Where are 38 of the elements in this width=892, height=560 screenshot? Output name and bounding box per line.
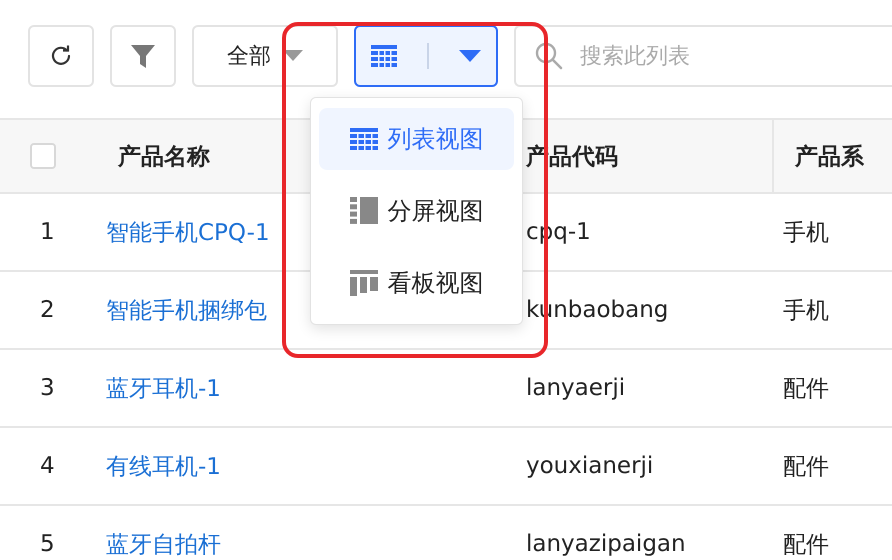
product-link[interactable]: 蓝牙耳机-1 bbox=[106, 372, 221, 404]
row-number: 1 bbox=[39, 219, 55, 245]
view-switch-button[interactable] bbox=[354, 25, 498, 87]
column-header: 产品系 bbox=[795, 142, 864, 172]
checkbox[interactable] bbox=[30, 143, 56, 169]
filter-button[interactable] bbox=[110, 25, 176, 87]
menu-item[interactable]: 看板视图 bbox=[319, 252, 514, 314]
filter-select[interactable]: 全部 bbox=[192, 25, 338, 87]
table-cell-text: 配件 bbox=[783, 452, 829, 482]
filter-icon bbox=[129, 42, 157, 70]
product-link[interactable]: 智能手机捆绑包 bbox=[106, 294, 267, 326]
caret-icon bbox=[459, 50, 481, 62]
table-cell-text: 配件 bbox=[783, 530, 829, 560]
row-number: 2 bbox=[39, 297, 55, 323]
table-cell: lanyaerji bbox=[526, 375, 626, 401]
table-cell: youxianerji bbox=[526, 453, 654, 479]
product-link[interactable]: 有线耳机-1 bbox=[106, 450, 221, 482]
row-number: 3 bbox=[39, 375, 55, 401]
caret-icon bbox=[283, 50, 303, 62]
table-cell-text: 手机 bbox=[783, 296, 829, 326]
search-icon bbox=[534, 41, 564, 71]
table-cell-text: 配件 bbox=[783, 374, 829, 404]
refresh-icon bbox=[49, 44, 73, 68]
table-cell-text: 手机 bbox=[783, 218, 829, 248]
table-cell: lanyazipaigan bbox=[526, 531, 686, 557]
product-link[interactable]: 智能手机CPQ-1 bbox=[106, 216, 270, 248]
menu-item[interactable]: 列表视图 bbox=[319, 108, 514, 170]
grid-icon bbox=[371, 45, 397, 67]
product-link[interactable]: 蓝牙自拍杆 bbox=[106, 528, 221, 560]
board-view-icon bbox=[350, 270, 378, 296]
refresh-button[interactable] bbox=[28, 25, 94, 87]
menu-item[interactable]: 分屏视图 bbox=[319, 180, 514, 242]
split-view-icon bbox=[350, 197, 378, 225]
grid-icon bbox=[350, 128, 378, 150]
row-number: 5 bbox=[39, 531, 55, 557]
row-number: 4 bbox=[39, 453, 55, 479]
column-header: 产品名称 bbox=[118, 142, 210, 172]
search-field[interactable]: 搜索此列表 bbox=[514, 25, 892, 87]
